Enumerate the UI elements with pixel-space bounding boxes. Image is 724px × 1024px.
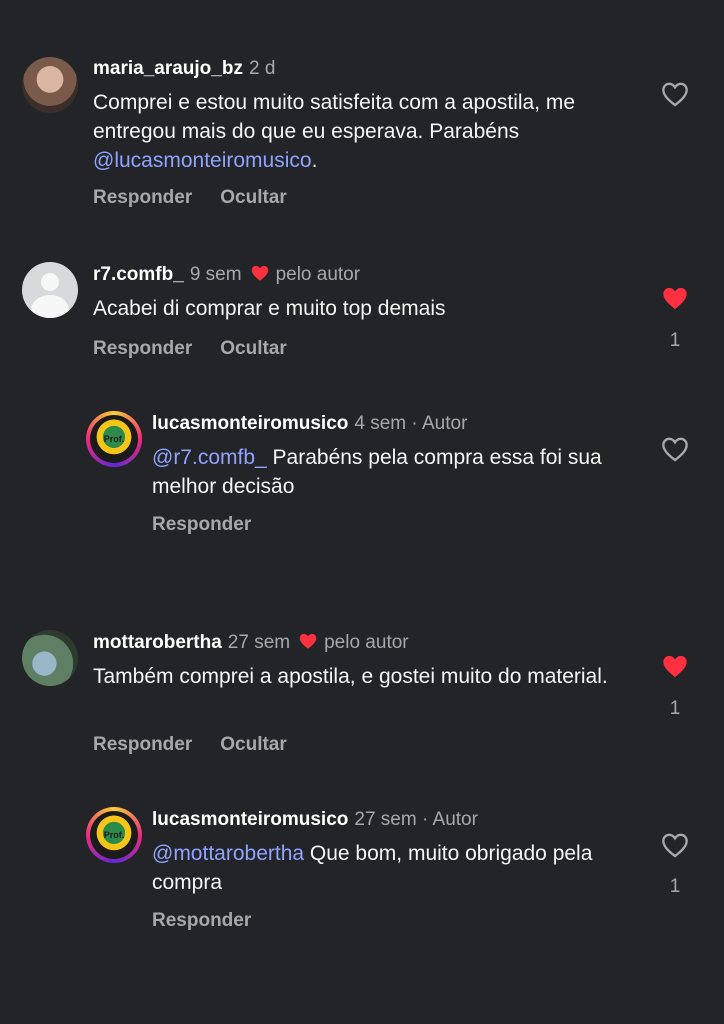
hide-button[interactable]: Ocultar [220, 734, 287, 755]
like-count: 1 [669, 876, 681, 897]
reply-button[interactable]: Responder [152, 910, 251, 931]
comment-meta: lucasmonteiromusico 27 sem · Autor [152, 809, 478, 831]
comment-text: Também comprei a apostila, e gostei muit… [93, 665, 608, 688]
timestamp: 2 d [248, 58, 276, 79]
username[interactable]: lucasmonteiromusico [152, 413, 348, 434]
default-avatar-body [31, 295, 69, 318]
avatar[interactable]: Prof. Lucas [86, 807, 142, 863]
username[interactable]: r7.comfb_ [93, 264, 184, 285]
timestamp: 9 sem [189, 264, 242, 285]
comment-text: @r7.comfb_ Parabéns pela compra essa foi… [152, 446, 602, 498]
comment-actions: Responder Ocultar [93, 338, 315, 360]
comment-meta: lucasmonteiromusico 4 sem · Autor [152, 413, 467, 435]
reply-button[interactable]: Responder [93, 187, 192, 208]
prof-lucas-logo: Prof. Lucas [93, 814, 135, 856]
heart-outline-icon [662, 437, 688, 462]
timestamp: 27 sem [354, 809, 417, 830]
hide-button[interactable]: Ocultar [220, 338, 287, 359]
comment-text: Acabei di comprar e muito top demais [93, 297, 446, 320]
heart-outline-icon [662, 833, 688, 858]
author-liked-heart-icon [298, 632, 318, 656]
hide-button[interactable]: Ocultar [220, 187, 287, 208]
timestamp: 27 sem [227, 632, 291, 653]
mention-link[interactable]: @mottarobertha [152, 842, 304, 865]
reply-button[interactable]: Responder [93, 734, 192, 755]
like-count: 1 [669, 330, 681, 351]
heart-filled-icon [663, 287, 687, 310]
mention-link[interactable]: @r7.comfb_ [152, 446, 267, 469]
avatar[interactable] [22, 57, 78, 113]
comment-text: @mottarobertha Que bom, muito obrigado p… [152, 842, 593, 894]
like-button[interactable] [660, 653, 690, 684]
mention-link[interactable]: @lucasmonteiromusico [93, 149, 312, 172]
comment-meta: maria_araujo_bz 2 d [93, 58, 275, 80]
liked-by-author-label: pelo autor [324, 632, 409, 653]
liked-by-author-label: pelo autor [275, 264, 361, 285]
reply-button[interactable]: Responder [152, 514, 251, 535]
like-button[interactable] [660, 832, 690, 863]
comment-actions: Responder Ocultar [93, 734, 315, 756]
heart-filled-icon [663, 655, 687, 678]
author-label: · Autor [411, 413, 468, 434]
default-avatar-head [41, 273, 59, 291]
comment-meta: mottarobertha 27 sem pelo autor [93, 632, 409, 656]
avatar[interactable] [22, 630, 78, 686]
avatar[interactable] [22, 262, 78, 318]
like-count: 1 [669, 698, 681, 719]
comment-actions: Responder Ocultar [93, 187, 315, 209]
username[interactable]: mottarobertha [93, 632, 222, 653]
author-label: · Autor [421, 809, 478, 830]
comment-actions: Responder [152, 910, 279, 932]
prof-lucas-logo: Prof. Lucas [93, 418, 135, 460]
username[interactable]: lucasmonteiromusico [152, 809, 348, 830]
comment-actions: Responder [152, 514, 279, 536]
timestamp: 4 sem [354, 413, 407, 434]
comment-text: Comprei e estou muito satisfeita com a a… [93, 91, 576, 172]
like-button[interactable] [660, 436, 690, 467]
like-button[interactable] [660, 285, 690, 316]
like-button[interactable] [660, 81, 690, 112]
reply-button[interactable]: Responder [93, 338, 192, 359]
heart-outline-icon [662, 82, 688, 107]
comment-meta: r7.comfb_ 9 sem pelo autor [93, 264, 360, 288]
author-liked-heart-icon [250, 264, 270, 288]
username[interactable]: maria_araujo_bz [93, 58, 243, 79]
avatar[interactable]: Prof. Lucas [86, 411, 142, 467]
